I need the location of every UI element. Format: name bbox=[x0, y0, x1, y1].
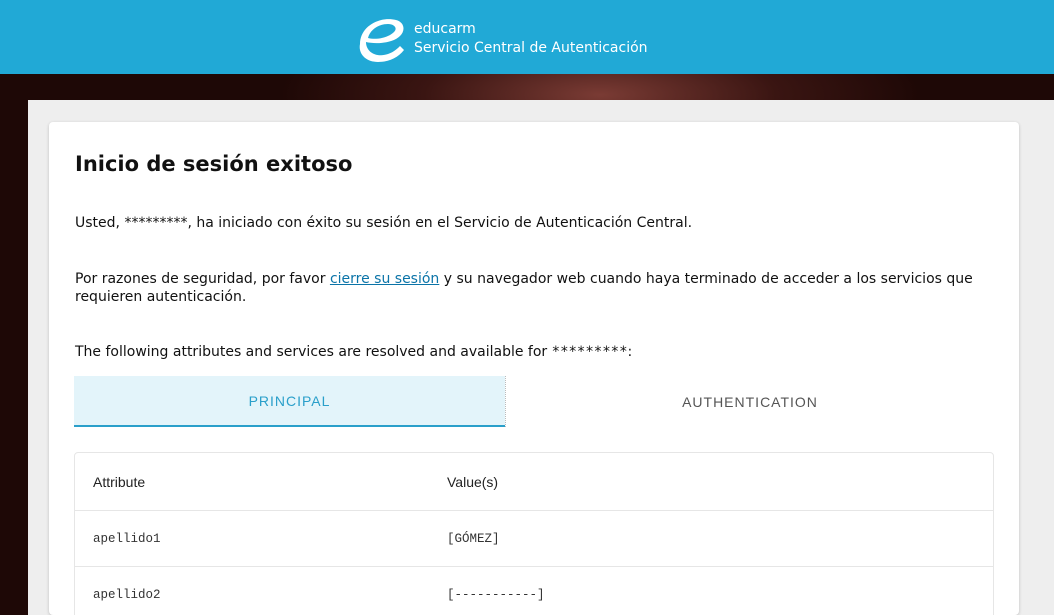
table-row: apellido1 [GÓMEZ] bbox=[75, 511, 993, 567]
column-header-values: Value(s) bbox=[447, 473, 499, 490]
tab-authentication[interactable]: AUTHENTICATION bbox=[505, 376, 994, 427]
login-success-card: Inicio de sesión exitoso Usted, ********… bbox=[49, 122, 1019, 615]
tab-bar: PRINCIPAL AUTHENTICATION bbox=[74, 376, 994, 427]
attributes-table: Attribute Value(s) apellido1 [GÓMEZ] ape… bbox=[74, 452, 994, 615]
attributes-intro: The following attributes and services ar… bbox=[75, 344, 633, 360]
attribute-name: apellido1 bbox=[93, 531, 161, 546]
masked-username: ********* bbox=[124, 215, 188, 231]
tab-principal[interactable]: PRINCIPAL bbox=[74, 376, 505, 427]
service-name: Servicio Central de Autenticación bbox=[414, 40, 648, 56]
top-bar: educarm Servicio Central de Autenticació… bbox=[0, 0, 1054, 74]
column-header-attribute: Attribute bbox=[93, 473, 146, 490]
attribute-name: apellido2 bbox=[93, 588, 161, 602]
attribute-value: [GÓMEZ] bbox=[447, 531, 500, 546]
attribute-value: [-----------] bbox=[447, 588, 545, 602]
brand-name: educarm bbox=[414, 21, 476, 37]
table-row: apellido2 [-----------] bbox=[75, 567, 993, 615]
table-header-row: Attribute Value(s) bbox=[75, 453, 993, 511]
educarm-e-logo-icon bbox=[359, 19, 404, 62]
logout-link[interactable]: cierre su sesión bbox=[330, 271, 439, 287]
brand-block: educarm Servicio Central de Autenticació… bbox=[414, 20, 648, 58]
security-message: Por razones de seguridad, por favor cier… bbox=[75, 271, 973, 305]
masked-username: ********* bbox=[551, 344, 628, 360]
page-title: Inicio de sesión exitoso bbox=[75, 152, 353, 176]
success-message: Usted, *********, ha iniciado con éxito … bbox=[75, 215, 693, 231]
